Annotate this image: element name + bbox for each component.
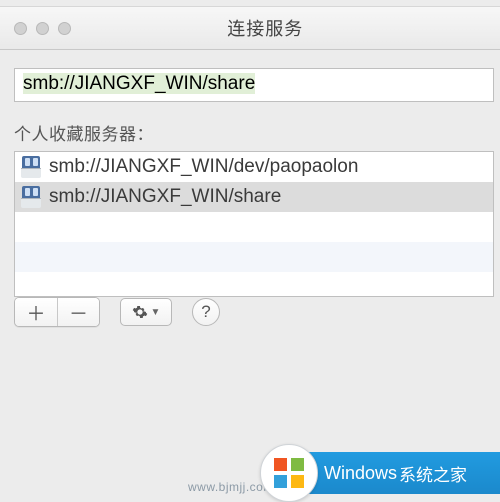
gear-icon	[132, 304, 148, 320]
add-remove-segment: ＋ －	[14, 297, 100, 327]
windows-logo-circle	[260, 444, 318, 502]
badge-text-1: Windows	[324, 463, 397, 484]
window-title: 连接服务	[227, 15, 303, 41]
list-item-url: smb://JIANGXF_WIN/share	[49, 186, 281, 208]
close-button[interactable]	[14, 22, 27, 35]
list-toolbar: ＋ － ▼ ?	[14, 297, 494, 327]
badge-text-2: 系统之家	[399, 461, 467, 486]
window-content: smb://JIANGXF_WIN/share 个人收藏服务器： smb://J…	[0, 50, 500, 327]
server-icon	[21, 156, 41, 178]
server-address-input[interactable]: smb://JIANGXF_WIN/share	[14, 68, 494, 102]
titlebar: 连接服务	[0, 6, 500, 50]
windows-logo-icon	[274, 458, 304, 488]
help-button[interactable]: ?	[192, 298, 220, 326]
list-item[interactable]: smb://JIANGXF_WIN/dev/paopaolon	[15, 152, 493, 182]
connect-to-server-window: 连接服务 smb://JIANGXF_WIN/share 个人收藏服务器： sm…	[0, 6, 500, 327]
chevron-down-icon: ▼	[151, 307, 161, 318]
favorites-list[interactable]: smb://JIANGXF_WIN/dev/paopaolon smb://JI…	[14, 151, 494, 297]
windows-badge: Windows 系统之家	[260, 444, 500, 502]
zoom-button[interactable]	[58, 22, 71, 35]
list-item-empty	[15, 212, 493, 242]
badge-bar: Windows 系统之家	[288, 452, 500, 494]
list-item-empty	[15, 242, 493, 272]
list-item-url: smb://JIANGXF_WIN/dev/paopaolon	[49, 156, 358, 178]
traffic-lights	[14, 22, 71, 35]
minimize-button[interactable]	[36, 22, 49, 35]
add-button[interactable]: ＋	[15, 298, 57, 326]
address-field-wrap: smb://JIANGXF_WIN/share	[14, 68, 500, 102]
server-address-value: smb://JIANGXF_WIN/share	[23, 73, 255, 94]
action-menu-button[interactable]: ▼	[120, 298, 172, 326]
favorites-label: 个人收藏服务器：	[14, 120, 500, 145]
remove-button[interactable]: －	[57, 298, 99, 326]
server-icon	[21, 186, 41, 208]
list-item[interactable]: smb://JIANGXF_WIN/share	[15, 182, 493, 212]
